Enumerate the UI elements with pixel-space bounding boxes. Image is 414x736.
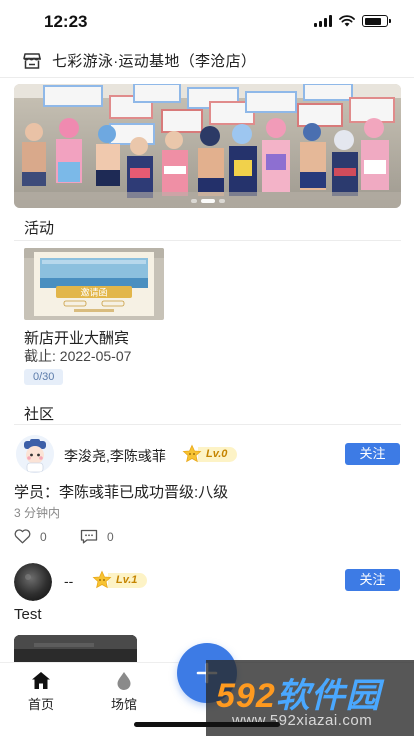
post-time: 3 分钟内	[14, 506, 61, 520]
home-icon	[32, 672, 50, 689]
activity-poster[interactable]: 邀请函	[24, 248, 164, 320]
banner-dot[interactable]	[218, 199, 225, 203]
nav-venue[interactable]: 场馆	[94, 671, 154, 713]
comment-count: 0	[107, 529, 114, 544]
post-author[interactable]: 李浚尧,李陈彧菲	[64, 446, 166, 466]
star-icon	[92, 570, 112, 589]
store-icon	[23, 52, 41, 69]
comment-button[interactable]: 0	[80, 529, 114, 544]
level-label: Lv.0	[198, 446, 238, 462]
post-content: 学员：李陈彧菲已成功晋级:八级	[14, 484, 229, 501]
status-bar: 12:23	[0, 0, 414, 44]
level-badge: Lv.1	[92, 570, 148, 589]
like-button[interactable]: 0	[14, 529, 47, 544]
like-count: 0	[40, 529, 47, 544]
signal-icon	[314, 15, 332, 27]
follow-button[interactable]: 关注	[345, 569, 400, 591]
venue-drop-icon	[117, 672, 131, 690]
star-icon	[182, 444, 202, 463]
community-section-title: 社区	[24, 406, 55, 423]
home-indicator	[134, 722, 280, 727]
follow-button[interactable]: 关注	[345, 443, 400, 465]
battery-icon	[362, 15, 391, 27]
activity-section-title: 活动	[24, 220, 55, 237]
activity-poster-image: 邀请函	[24, 248, 164, 320]
wifi-icon	[339, 15, 355, 27]
heart-icon	[14, 529, 31, 544]
level-badge: Lv.0	[182, 444, 238, 463]
divider	[14, 424, 401, 425]
post-content: Test	[14, 606, 42, 623]
avatar[interactable]	[14, 563, 52, 601]
watermark-number: 592	[216, 677, 276, 715]
banner-image	[14, 84, 401, 208]
activity-title[interactable]: 新店开业大酬宾	[24, 327, 129, 348]
nav-home-label: 首页	[27, 697, 54, 712]
status-icons	[314, 15, 391, 27]
status-time: 12:23	[44, 12, 88, 31]
activity-participant-count: 0/30	[24, 369, 64, 385]
nav-home[interactable]: 首页	[11, 671, 71, 713]
banner-dot-active[interactable]	[200, 199, 215, 203]
banner-carousel[interactable]	[14, 84, 401, 208]
store-name: 七彩游泳·运动基地（李沧店）	[52, 53, 257, 70]
watermark-brand: 软件园	[275, 677, 381, 715]
banner-pagination[interactable]	[14, 199, 401, 203]
poster-title-text: 邀请函	[80, 287, 107, 299]
nav-venue-label: 场馆	[110, 697, 137, 712]
level-label: Lv.1	[108, 572, 148, 588]
post-author[interactable]: --	[64, 573, 73, 589]
avatar[interactable]	[16, 435, 54, 473]
store-header[interactable]: 七彩游泳·运动基地（李沧店）	[0, 44, 414, 78]
comment-icon	[80, 529, 98, 544]
divider	[14, 240, 401, 241]
banner-dot[interactable]	[190, 199, 197, 203]
activity-deadline: 截止: 2022-05-07	[24, 348, 132, 364]
watermark-logo: 592软件园	[216, 668, 381, 717]
